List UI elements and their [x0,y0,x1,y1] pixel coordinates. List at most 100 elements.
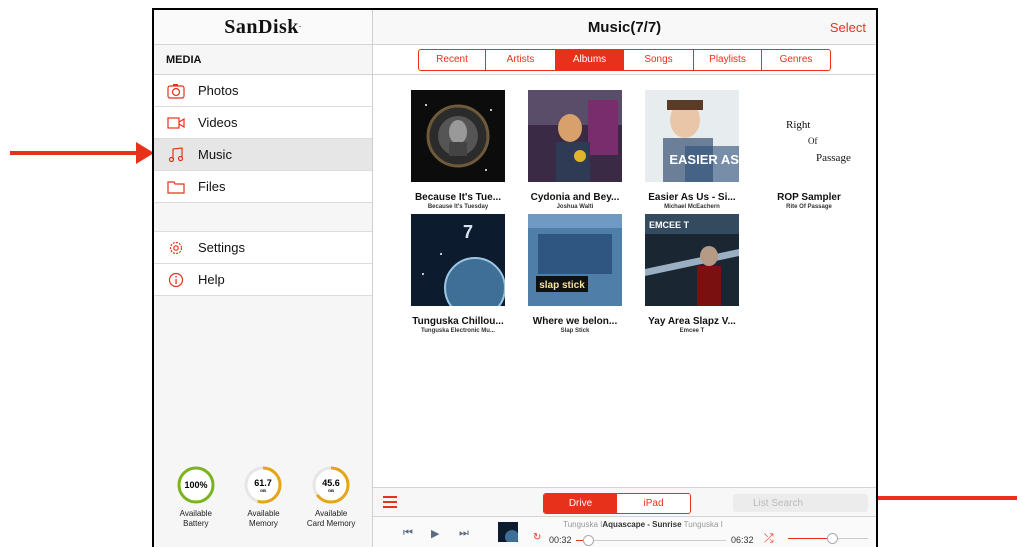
album-item[interactable]: EMCEE T Yay Area Slapz V... Emcee T [637,214,747,334]
memory-unit: GB [260,488,266,493]
cover-text: 7 [463,222,473,242]
media-section-label: MEDIA [154,45,372,75]
category-tabs: Recent Artists Albums Songs Playlists Ge… [418,48,831,71]
tab-artists[interactable]: Artists [486,49,556,70]
cover-text: Of [808,136,818,146]
memory-gauge-ring: 61.7 GB [244,466,282,504]
camera-icon [166,81,186,101]
cover-text: Passage [816,152,851,164]
sidebar-item-settings[interactable]: Settings [154,232,372,264]
remaining-time: 06:32 [731,535,754,545]
source-toggle: Drive iPad [543,493,691,514]
page-title: Music(7/7) [587,18,662,36]
category-tabs-row: Recent Artists Albums Songs Playlists Ge… [373,45,876,75]
sidebar-item-label: Photos [198,83,239,98]
album-artist: Michael McEachern [664,204,720,210]
tab-recent[interactable]: Recent [419,49,486,70]
source-bar: Drive iPad List Search [373,487,876,517]
music-note-icon [166,145,186,165]
album-item[interactable]: Because It's Tue... Because It's Tuesday [403,90,513,210]
gear-icon [166,238,186,258]
tab-playlists[interactable]: Playlists [694,49,762,70]
album-title: Easier As Us - Si... [648,192,736,203]
now-playing-title: Tunguska IAquascape - Sunrise Tunguska I [563,520,723,529]
sidebar-item-help[interactable]: Help [154,264,372,296]
album-item[interactable]: Right Of Passage ROP Sampler Rite Of Pas… [754,90,864,210]
repeat-icon[interactable]: ↻ [533,532,541,543]
shuffle-icon[interactable]: ⤮ [764,531,774,546]
album-cover [528,90,622,182]
top-bar: Music(7/7) Select [373,10,876,45]
album-cover: EASIER AS US [645,90,739,182]
album-item[interactable]: slap stick Where we belon... Slap Stick [520,214,630,334]
battery-gauge: 100% Available Battery [163,465,229,547]
folder-icon [166,177,186,197]
gauge-label: Available Memory [247,509,280,528]
drive-source-button[interactable]: Drive [544,494,617,513]
card-memory-unit: GB [328,488,334,493]
album-artist: Rite Of Passage [786,204,832,210]
album-title: ROP Sampler [777,192,841,203]
play-icon[interactable]: ▶ [431,527,439,540]
gauge-label: Available Battery [179,509,212,528]
next-track-icon[interactable]: ⏭ [459,527,469,540]
sidebar-item-label: Music [198,147,232,162]
battery-gauge-ring: 100% [177,466,215,504]
album-title: Tunguska Chillou... [412,316,504,327]
previous-track-icon[interactable]: ⏮ [403,527,413,540]
album-item[interactable]: 7 Tunguska Chillou... Tunguska Electroni… [403,214,513,334]
album-cover: slap stick [528,214,622,306]
album-artist: Slap Stick [560,328,590,334]
volume-fill [788,538,832,539]
memory-value: 61.7 [255,478,273,488]
elapsed-time: 00:32 [549,535,572,545]
sidebar-item-music[interactable]: Music [154,139,372,171]
album-title: Because It's Tue... [414,192,502,203]
sidebar-item-label: Videos [198,115,238,130]
sidebar-item-label: Files [198,179,226,194]
card-memory-value: 45.6 [322,478,340,488]
select-button[interactable]: Select [830,20,866,35]
album-title: Yay Area Slapz V... [648,316,736,327]
sidebar-item-label: Help [198,272,225,287]
brand-name: SanDisk [224,15,299,38]
cover-text: EMCEE T [649,220,690,230]
album-artist: Tunguska Electronic Mu... [421,328,495,334]
album-cover: EMCEE T [645,214,739,306]
memory-gauge: 61.7 GB Available Memory [230,465,296,547]
album-item[interactable]: EASIER AS US Easier As Us - Si... Michae… [637,90,747,210]
album-item[interactable]: Cydonia and Bey... Joshua Walti [520,90,630,210]
battery-value: 100% [184,480,207,490]
sidebar-spacer [154,203,372,232]
album-artist: Emcee T [679,328,705,334]
sidebar-item-videos[interactable]: Videos [154,107,372,139]
tab-albums[interactable]: Albums [556,49,624,70]
menu-icon[interactable] [383,496,397,508]
list-search-input[interactable]: List Search [733,494,868,512]
sidebar: SanDisk· MEDIA Photos Videos Music File [154,10,373,547]
tab-genres[interactable]: Genres [762,50,830,70]
tab-songs[interactable]: Songs [624,49,694,70]
now-playing-bar: ⏮ ▶ ⏭ Tunguska IAquascape - Sunrise Tung… [373,517,876,547]
card-memory-gauge-ring: 45.6 GB [312,466,350,504]
ipad-source-button[interactable]: iPad [617,494,690,513]
sidebar-item-label: Settings [198,240,245,255]
progress-track[interactable] [576,540,726,541]
album-cover: 7 [411,214,505,306]
progress-knob[interactable] [583,535,594,546]
cover-text: EASIER AS US [669,152,739,167]
storage-gauges: 100% Available Battery 61.7 GB Available M… [154,465,373,547]
ipad-app-window: SanDisk· MEDIA Photos Videos Music File [152,8,878,547]
album-cover [411,90,505,182]
card-memory-gauge: 45.6 GB Available Card Memory [298,465,364,547]
brand-mark: · [298,23,302,31]
sidebar-item-files[interactable]: Files [154,171,372,203]
album-title: Cydonia and Bey... [530,192,620,203]
info-icon [166,270,186,290]
sidebar-item-photos[interactable]: Photos [154,75,372,107]
album-artist: Joshua Walti [556,204,594,210]
album-title: Where we belon... [532,316,618,327]
volume-knob[interactable] [827,533,838,544]
main-panel: Music(7/7) Select Recent Artists Albums … [373,10,876,547]
video-camera-icon [166,113,186,133]
